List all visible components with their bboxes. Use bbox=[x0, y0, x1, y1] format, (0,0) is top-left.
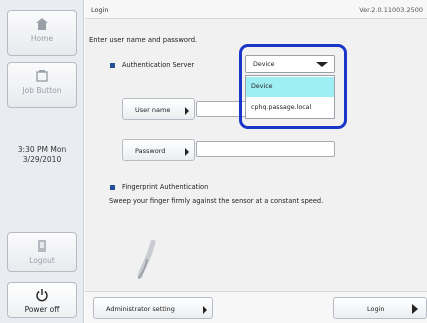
user-name-button-label: User name bbox=[135, 106, 171, 114]
sidebar: Home Job Button 3:30 PM Mon 3/29/2010 Lo… bbox=[0, 0, 84, 323]
admin-button-label: Administrator setting bbox=[106, 305, 175, 313]
power-off-label: Power off bbox=[24, 305, 60, 314]
play-arrow-icon bbox=[412, 304, 418, 314]
clock-date: 3/29/2010 bbox=[22, 155, 62, 164]
auth-server-section: Authentication Server bbox=[110, 61, 194, 69]
logout-icon bbox=[38, 240, 46, 252]
logout-label: Logout bbox=[29, 256, 55, 265]
power-off-button[interactable]: Power off bbox=[7, 282, 77, 318]
auth-server-select[interactable]: Device bbox=[245, 55, 335, 73]
user-name-button[interactable]: User name bbox=[122, 98, 195, 120]
password-button[interactable]: Password bbox=[122, 139, 195, 161]
bullet-icon bbox=[110, 62, 115, 68]
job-button[interactable]: Job Button bbox=[7, 62, 77, 108]
chevron-down-icon bbox=[316, 62, 328, 67]
clock: 3:30 PM Mon 3/29/2010 bbox=[0, 145, 84, 165]
option-device[interactable]: Device bbox=[246, 77, 334, 97]
auth-server-options: Device cphq.passage.local bbox=[245, 75, 335, 119]
main-panel: Login Ver.2.0.11003.2500 Enter user name… bbox=[85, 0, 427, 323]
administrator-setting-button[interactable]: Administrator setting bbox=[93, 297, 213, 319]
fingerprint-label: Fingerprint Authentication bbox=[122, 183, 209, 191]
finger-swipe-icon bbox=[137, 240, 156, 279]
version-label: Ver.2.0.11003.2500 bbox=[359, 6, 423, 14]
home-button[interactable]: Home bbox=[7, 10, 77, 56]
arrow-right-icon bbox=[203, 306, 207, 314]
home-label: Home bbox=[30, 34, 54, 43]
power-icon bbox=[36, 289, 48, 302]
page-title: Login bbox=[91, 6, 109, 14]
logout-button[interactable]: Logout bbox=[7, 232, 77, 272]
instruction-text: Enter user name and password. bbox=[89, 36, 198, 44]
arrow-right-icon bbox=[185, 107, 189, 115]
job-label: Job Button bbox=[22, 86, 62, 95]
login-button-label: Login bbox=[367, 305, 385, 313]
option-cphq-passage-local[interactable]: cphq.passage.local bbox=[246, 98, 334, 118]
arrow-right-icon bbox=[185, 148, 189, 156]
fingerprint-section: Fingerprint Authentication bbox=[110, 183, 208, 191]
sweep-instruction: Sweep your finger firmly against the sen… bbox=[109, 197, 324, 205]
job-icon bbox=[36, 70, 48, 82]
password-field[interactable] bbox=[196, 141, 335, 157]
auth-server-selected-value: Device bbox=[253, 61, 275, 68]
login-button[interactable]: Login bbox=[333, 297, 427, 319]
auth-server-label: Authentication Server bbox=[122, 61, 195, 69]
clock-time: 3:30 PM Mon bbox=[17, 145, 67, 154]
title-bar: Login Ver.2.0.11003.2500 bbox=[85, 0, 427, 19]
home-icon bbox=[36, 18, 48, 30]
password-button-label: Password bbox=[135, 147, 166, 155]
bullet-icon bbox=[110, 184, 115, 190]
